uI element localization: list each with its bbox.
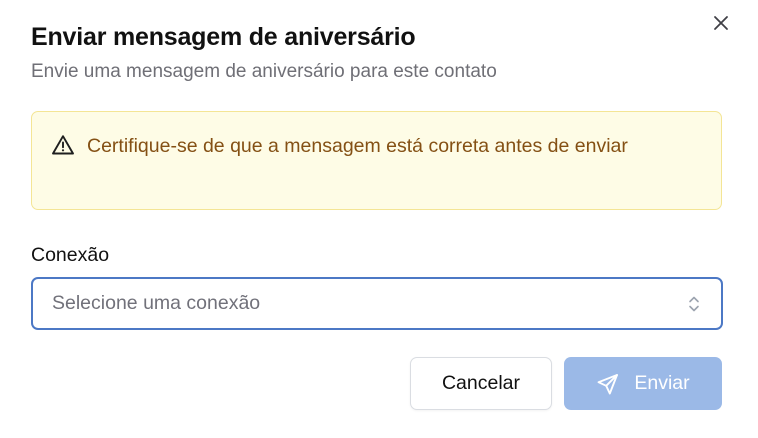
close-icon (714, 16, 728, 30)
alert-message: Certifique-se de que a mensagem está cor… (87, 135, 628, 157)
send-button[interactable]: Enviar (564, 357, 722, 410)
cancel-label: Cancelar (441, 372, 521, 394)
chevron-up-down-icon (689, 296, 699, 311)
warning-alert: Certifique-se de que a mensagem está cor… (31, 111, 722, 210)
connection-label: Conexão (31, 244, 110, 266)
connection-select[interactable]: Selecione uma conexão (31, 277, 723, 330)
warning-triangle-icon (52, 135, 74, 155)
send-label: Enviar (634, 372, 690, 394)
connection-placeholder: Selecione uma conexão (52, 292, 261, 314)
send-icon (597, 373, 619, 394)
cancel-button[interactable]: Cancelar (410, 357, 552, 410)
send-birthday-dialog: Enviar mensagem de aniversário Envie uma… (0, 0, 758, 438)
dialog-actions: Cancelar Enviar (410, 357, 722, 410)
dialog-subtitle: Envie uma mensagem de aniversário para e… (31, 61, 497, 82)
dialog-title: Enviar mensagem de aniversário (31, 23, 416, 51)
close-button[interactable] (710, 12, 732, 34)
